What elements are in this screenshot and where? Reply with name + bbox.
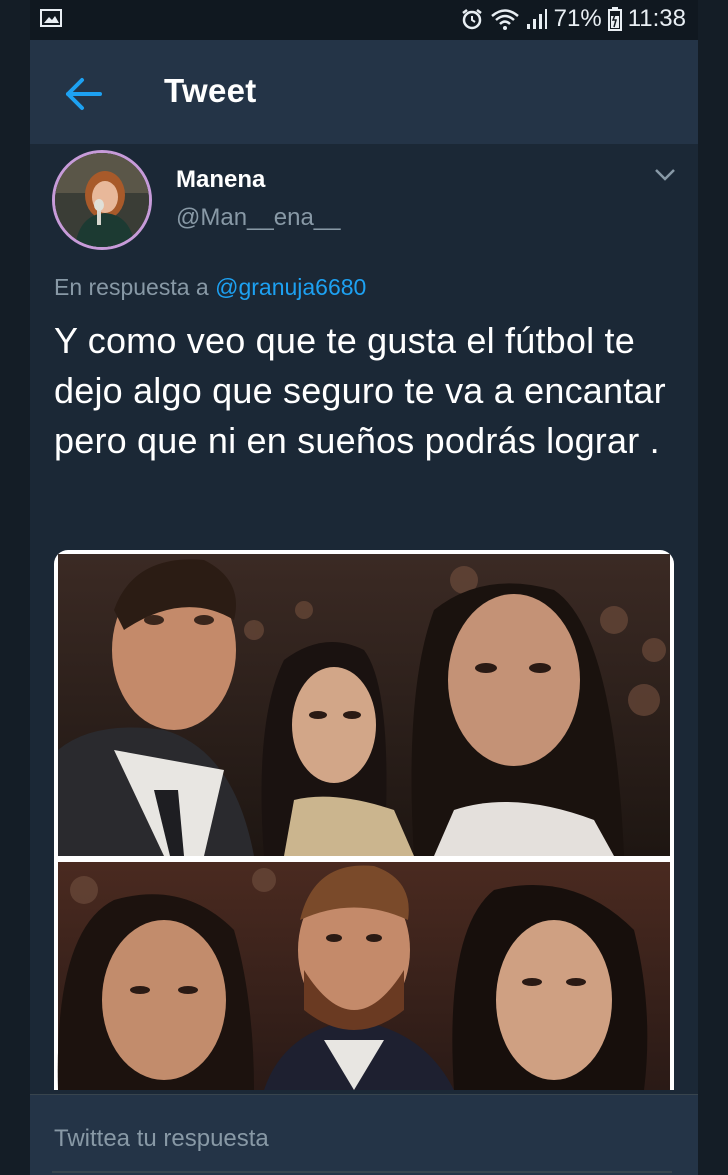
app-header: Tweet (30, 40, 698, 145)
tweet-detail: Manena @Man__ena__ En respuesta a @granu… (30, 144, 698, 1094)
reply-bar: Twittea tu respuesta (30, 1094, 698, 1175)
chevron-down-icon[interactable] (654, 168, 676, 182)
tweet-text: Y como veo que te gusta el fútbol te dej… (54, 320, 666, 461)
wifi-icon (490, 9, 519, 30)
author-name[interactable]: Manena (176, 166, 265, 194)
reply-prefix: En respuesta a (54, 274, 209, 300)
back-arrow-icon[interactable] (64, 76, 104, 112)
alarm-icon (461, 9, 482, 30)
status-bar: 71% 11:38 (30, 0, 698, 40)
battery-icon (607, 7, 622, 31)
clock: 11:38 (627, 5, 686, 32)
signal-icon (526, 9, 547, 29)
tweet-media-image[interactable] (54, 550, 674, 1090)
battery-percent: 71% (553, 5, 602, 32)
collage-photo (54, 554, 674, 1090)
avatar[interactable] (52, 150, 152, 250)
reply-context: En respuesta a @granuja6680 (54, 274, 366, 301)
reply-input-underline (52, 1171, 672, 1173)
reply-input[interactable]: Twittea tu respuesta (54, 1125, 269, 1153)
status-indicators: 71% 11:38 (460, 5, 686, 33)
page-title: Tweet (164, 72, 257, 109)
reply-mention-link[interactable]: @granuja6680 (215, 274, 366, 300)
avatar-image (55, 153, 149, 247)
gallery-icon (40, 9, 62, 27)
author-handle[interactable]: @Man__ena__ (176, 204, 340, 232)
